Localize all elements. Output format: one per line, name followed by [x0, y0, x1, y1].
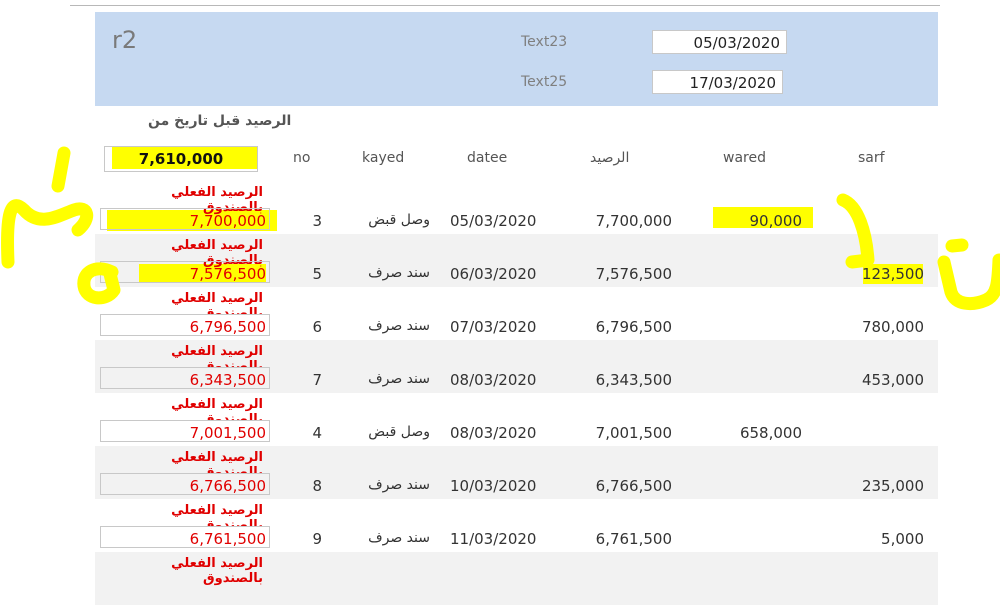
annotation-layer [1, 146, 1000, 311]
annotation-mark [836, 193, 875, 269]
annotation-mark [937, 238, 1000, 311]
annotation-mark [77, 262, 121, 305]
annotation-mark [51, 146, 71, 193]
annotation-mark [1, 199, 94, 269]
